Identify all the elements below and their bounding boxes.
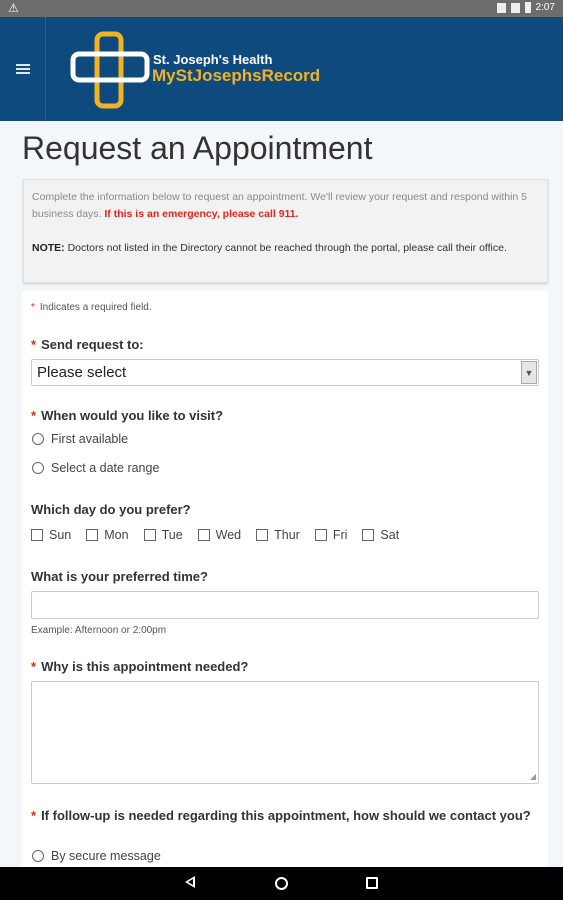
visit-label: * When would you like to visit? [31,408,224,423]
info-notice: Complete the information below to reques… [23,179,548,283]
radio-button[interactable] [32,433,44,445]
send-to-select[interactable]: Please select ▼ [31,359,539,386]
radio-button[interactable] [32,850,44,862]
followup-option-secure-message[interactable]: By secure message [32,849,161,863]
st-josephs-logo[interactable] [70,31,150,109]
home-icon[interactable] [275,877,288,890]
recent-apps-icon[interactable] [366,877,378,889]
status-bar: ⚠ 2:07 [0,0,563,17]
android-nav-bar [0,867,563,900]
back-icon[interactable] [185,876,195,888]
send-to-label: * Send request to: [31,337,144,352]
visit-option-first-available[interactable]: First available [32,432,128,446]
chevron-down-icon[interactable]: ▼ [521,361,537,384]
app-header: St. Joseph's Health MyStJosephsRecord [0,17,563,121]
day-checkboxes: Sun Mon Tue Wed Thur Fri Sat [31,528,414,542]
visit-option-date-range[interactable]: Select a date range [32,461,159,475]
hamburger-menu-icon[interactable] [0,17,46,121]
day-checkbox-sat[interactable]: Sat [362,528,399,542]
day-checkbox-sun[interactable]: Sun [31,528,71,542]
main-content: Request an Appointment Complete the info… [0,121,563,867]
preferred-time-hint: Example: Afternoon or 2:00pm [31,625,167,636]
status-icons: 2:07 [496,2,555,13]
brand-product: MyStJosephsRecord [152,66,321,85]
required-field-note: * Indicates a required field. [31,302,152,313]
directory-note: NOTE: Doctors not listed in the Director… [32,242,507,254]
radio-button[interactable] [32,462,44,474]
clock: 2:07 [535,2,555,13]
day-checkbox-mon[interactable]: Mon [86,528,129,542]
reason-textarea[interactable]: ◢ [31,681,539,784]
day-checkbox-wed[interactable]: Wed [197,528,241,542]
reason-label: * Why is this appointment needed? [31,659,249,674]
brand-name: St. Joseph's Health [153,52,273,67]
day-checkbox-fri[interactable]: Fri [314,528,347,542]
sim-icon [496,2,506,13]
preferred-time-label: What is your preferred time? [31,569,208,584]
warning-icon: ⚠ [8,1,19,15]
resize-grip-icon[interactable]: ◢ [530,772,536,781]
day-checkbox-thur[interactable]: Thur [256,528,300,542]
preferred-time-input[interactable] [31,591,539,619]
emergency-text: If this is an emergency, please call 911… [104,208,299,220]
battery-icon [524,2,531,13]
appointment-form: * Indicates a required field. * Send reque… [22,291,548,867]
followup-label: * If follow-up is needed regarding this a… [31,808,531,823]
page-title: Request an Appointment [22,130,373,166]
signal-icon [510,2,520,13]
day-preference-label: Which day do you prefer? [31,502,191,517]
day-checkbox-tue[interactable]: Tue [143,528,183,542]
intro-text: Complete the information below to reques… [32,191,528,220]
